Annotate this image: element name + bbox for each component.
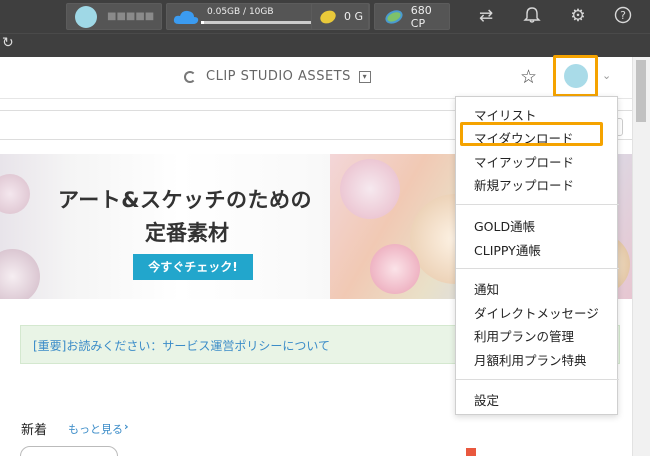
reload-icon[interactable]: ↻ <box>2 35 14 51</box>
menu-item-plan-management[interactable]: 利用プランの管理 <box>474 326 574 345</box>
user-account-pill[interactable]: ■■■■■ <box>66 3 162 30</box>
bell-icon[interactable] <box>522 6 542 26</box>
clippy-balance: 680 CP <box>410 3 432 30</box>
avatar <box>564 64 588 88</box>
user-menu-button[interactable] <box>553 55 598 97</box>
favorite-star-icon[interactable]: ☆ <box>520 66 537 88</box>
sync-icon[interactable]: ⇄ <box>476 6 496 26</box>
clippy-balance-pill[interactable]: 680 CP <box>374 3 450 30</box>
scrollbar-thumb[interactable] <box>636 60 646 122</box>
help-icon[interactable]: ? <box>613 6 633 26</box>
menu-item-gold-passbook[interactable]: GOLD通帳 <box>474 216 535 235</box>
flower-decoration <box>340 159 400 219</box>
top-toolbar: ■■■■■ 0.05GB / 10GB 0 G 680 CP ⇄ ⚙ ? <box>0 0 650 33</box>
menu-divider <box>456 268 619 269</box>
storage-usage-text: 0.05GB / 10GB <box>207 7 274 17</box>
menu-item-notifications[interactable]: 通知 <box>474 279 499 298</box>
banner-cta-button[interactable]: 今すぐチェック! <box>133 254 253 280</box>
logo-dropdown-icon[interactable]: ▾ <box>358 70 371 83</box>
banner-title: アート&スケッチのための <box>58 188 313 212</box>
menu-item-plan-benefits[interactable]: 月額利用プラン特典 <box>474 350 587 369</box>
logo-text: CLIP STUDIO ASSETS <box>206 69 351 84</box>
gear-icon[interactable]: ⚙ <box>568 6 588 26</box>
filter-button[interactable] <box>20 446 118 456</box>
cloud-icon <box>173 10 199 24</box>
navigation-subbar: ↻ <box>0 33 650 57</box>
user-avatar-icon <box>75 5 97 28</box>
see-more-link[interactable]: もっと見る <box>68 421 123 437</box>
banner-subtitle: 定番素材 <box>145 221 229 245</box>
user-dropdown-menu: マイリスト マイダウンロード マイアップロード 新規アップロード GOLD通帳 … <box>455 96 619 415</box>
menu-divider <box>456 204 619 205</box>
section-title-new: 新着 <box>21 423 48 438</box>
menu-item-clippy-passbook[interactable]: CLIPPY通帳 <box>474 240 541 259</box>
username-blurred: ■■■■■ <box>107 11 155 22</box>
clippy-coin-icon <box>383 7 405 26</box>
site-logo[interactable]: CLIP STUDIO ASSETS ▾ <box>184 69 371 84</box>
notice-link[interactable]: [重要]お読みください：サービス運営ポリシーについて <box>33 337 330 354</box>
menu-divider <box>456 379 619 380</box>
clip-logo-icon <box>184 70 196 83</box>
highlight-box <box>460 122 603 146</box>
menu-item-settings[interactable]: 設定 <box>474 390 499 409</box>
site-header: CLIP STUDIO ASSETS ▾ ☆ ⌄ <box>0 57 632 99</box>
menu-item-direct-messages[interactable]: ダイレクトメッセージ <box>474 303 599 322</box>
category-icon <box>466 448 476 456</box>
storage-usage-fill <box>201 21 205 24</box>
chevron-right-icon[interactable]: › <box>124 420 129 433</box>
gold-balance: 0 G <box>344 10 364 23</box>
svg-text:?: ? <box>620 9 626 22</box>
gold-coin-icon <box>318 7 338 26</box>
chevron-down-icon[interactable]: ⌄ <box>602 69 611 82</box>
flower-decoration <box>370 244 420 294</box>
gold-balance-pill[interactable]: 0 G <box>311 3 369 30</box>
menu-item-my-uploads[interactable]: マイアップロード <box>474 152 574 171</box>
menu-item-new-upload[interactable]: 新規アップロード <box>474 175 574 194</box>
